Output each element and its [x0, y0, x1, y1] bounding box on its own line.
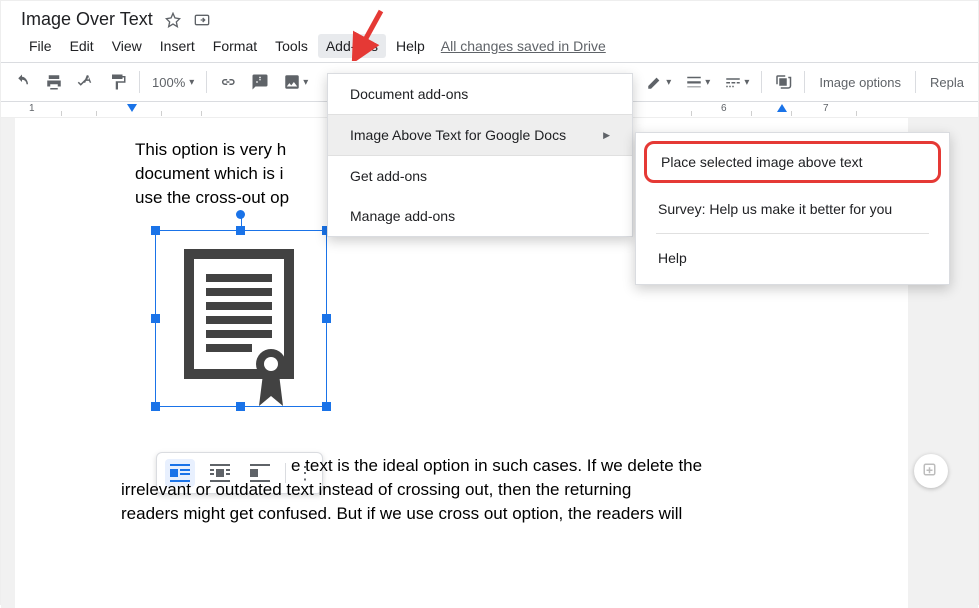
text-line: irrelevant or outdated text instead of c… [121, 480, 631, 499]
resize-handle-n[interactable] [236, 226, 245, 235]
selected-image[interactable] [141, 216, 341, 421]
text-line: This option is very h [135, 140, 286, 159]
resize-handle-nw[interactable] [151, 226, 160, 235]
undo-icon[interactable] [7, 68, 37, 96]
text-line: document which is i [135, 164, 283, 183]
separator [139, 71, 140, 93]
menu-tools[interactable]: Tools [267, 34, 316, 58]
menu-format[interactable]: Format [205, 34, 265, 58]
dropdown-item-image-above-text[interactable]: Image Above Text for Google Docs ▶ [328, 115, 632, 155]
ruler-num: 6 [721, 103, 727, 114]
explore-button[interactable] [914, 454, 948, 488]
submenu-label: Place selected image above text [661, 154, 863, 170]
submenu-label: Help [658, 250, 687, 266]
submenu-item-survey[interactable]: Survey: Help us make it better for you [636, 187, 949, 231]
zoom-selector[interactable]: 100% ▾ [146, 71, 200, 94]
crop-icon[interactable] [768, 68, 798, 96]
border-color-icon[interactable]: ▾ [640, 68, 677, 96]
rotate-handle[interactable] [236, 210, 245, 219]
border-weight-icon[interactable]: ▾ [679, 68, 716, 96]
addons-dropdown: Document add-ons Image Above Text for Go… [327, 73, 633, 237]
comment-icon[interactable] [245, 68, 275, 96]
dropdown-item-manage-addons[interactable]: Manage add-ons [328, 196, 632, 236]
indent-left-marker[interactable] [127, 104, 137, 114]
image-options-button[interactable]: Image options [811, 71, 909, 94]
text-line: e text is the ideal option in such cases… [291, 454, 702, 478]
link-icon[interactable] [213, 68, 243, 96]
move-folder-icon[interactable] [193, 12, 211, 28]
star-icon[interactable] [165, 12, 181, 28]
submenu-item-place-image[interactable]: Place selected image above text [644, 141, 941, 183]
submenu-label: Survey: Help us make it better for you [658, 201, 892, 217]
menu-view[interactable]: View [104, 34, 150, 58]
ruler-num: 7 [823, 103, 829, 114]
dropdown-item-document-addons[interactable]: Document add-ons [328, 74, 632, 114]
title-row: Image Over Text [21, 9, 958, 30]
menu-insert[interactable]: Insert [152, 34, 203, 58]
insert-image-icon[interactable]: ▾ [277, 68, 314, 96]
dropdown-label: Manage add-ons [350, 208, 455, 224]
dropdown-label: Get add-ons [350, 168, 427, 184]
text-line: use the cross-out op [135, 188, 289, 207]
menu-edit[interactable]: Edit [62, 34, 102, 58]
dropdown-icon: ▾ [189, 77, 194, 88]
replace-image-button[interactable]: Repla [922, 71, 972, 94]
paragraph-2[interactable]: e text is the ideal option in such cases… [121, 454, 791, 525]
ruler-num: 1 [29, 103, 35, 114]
menubar: File Edit View Insert Format Tools Add-o… [21, 34, 958, 58]
dropdown-icon: ▾ [303, 77, 308, 88]
resize-handle-se[interactable] [322, 402, 331, 411]
app-header: Image Over Text File Edit View Insert Fo… [1, 1, 978, 62]
submenu-item-help[interactable]: Help [636, 236, 949, 280]
separator [761, 71, 762, 93]
resize-handle-w[interactable] [151, 314, 160, 323]
resize-handle-sw[interactable] [151, 402, 160, 411]
dropdown-label: Document add-ons [350, 86, 468, 102]
submenu-arrow-icon: ▶ [603, 130, 610, 141]
separator [915, 71, 916, 93]
addons-submenu: Place selected image above text Survey: … [635, 132, 950, 285]
spellcheck-icon[interactable] [71, 68, 101, 96]
toolbar-right: ▾ ▾ ▾ Image options Repla [640, 68, 972, 96]
zoom-value: 100% [152, 75, 185, 90]
separator [656, 233, 929, 234]
menu-help[interactable]: Help [388, 34, 433, 58]
resize-handle-e[interactable] [322, 314, 331, 323]
border-dash-icon[interactable]: ▾ [718, 68, 755, 96]
separator [206, 71, 207, 93]
text-line: readers might get confused. But if we us… [121, 504, 682, 523]
paint-format-icon[interactable] [103, 68, 133, 96]
certificate-document-icon [181, 246, 301, 411]
save-status: All changes saved in Drive [441, 38, 606, 54]
document-title[interactable]: Image Over Text [21, 9, 153, 30]
separator [804, 71, 805, 93]
dropdown-item-get-addons[interactable]: Get add-ons [328, 156, 632, 196]
print-icon[interactable] [39, 68, 69, 96]
dropdown-label: Image Above Text for Google Docs [350, 127, 566, 143]
menu-file[interactable]: File [21, 34, 60, 58]
indent-right-marker[interactable] [777, 104, 787, 114]
annotation-arrow [341, 6, 391, 66]
